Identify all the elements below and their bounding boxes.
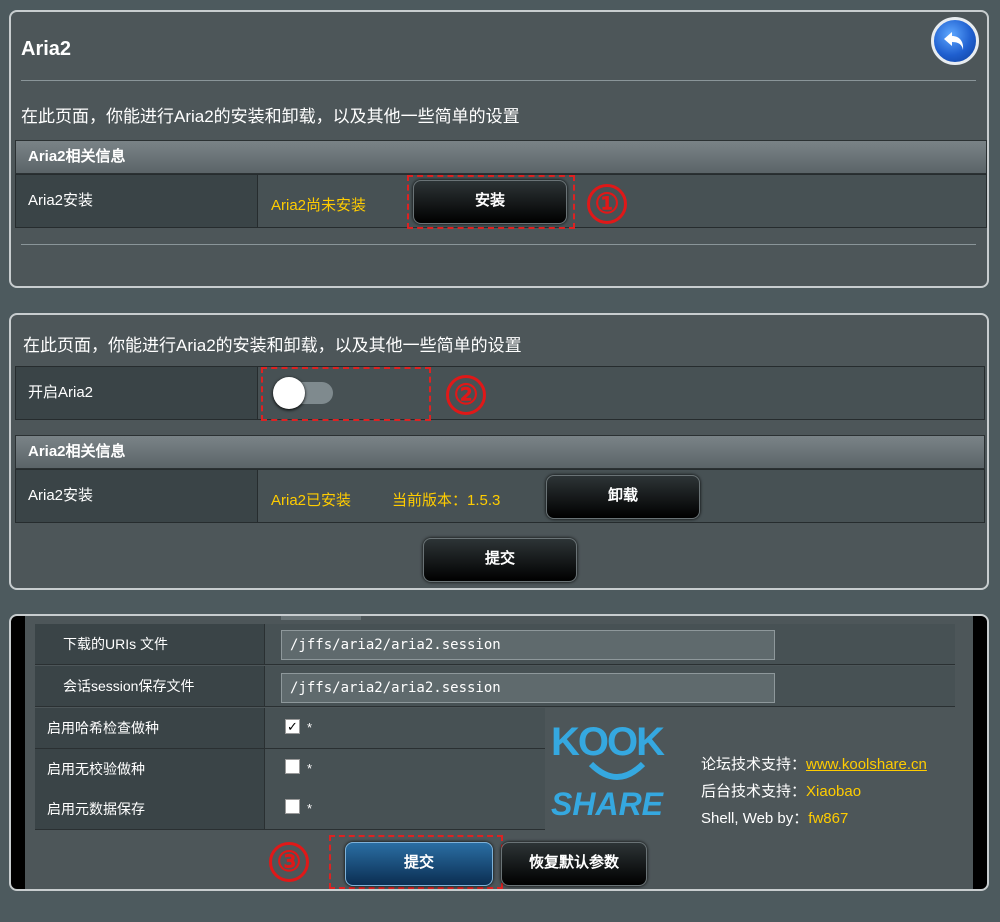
required-mark: * <box>307 720 313 735</box>
required-mark: * <box>307 801 313 816</box>
row-label: 下载的URIs 文件 <box>35 624 265 664</box>
logo-top-text: KOOK <box>551 720 665 764</box>
section-header: Aria2相关信息 <box>15 140 987 174</box>
version-text: 当前版本：1.5.3 <box>392 492 501 509</box>
session-file-input[interactable]: /jffs/aria2/aria2.session <box>281 673 775 703</box>
aria2-advanced-panel: 下载的URIs 文件 /jffs/aria2/aria2.session 会话s… <box>9 614 989 891</box>
aria2-settings-panel: 在此页面，你能进行Aria2的安装和卸载，以及其他一些简单的设置 开启Aria2… <box>9 313 989 590</box>
smile-icon <box>588 761 646 780</box>
page-description: 在此页面，你能进行Aria2的安装和卸载，以及其他一些简单的设置 <box>23 336 522 355</box>
no-verify-checkbox[interactable] <box>285 759 300 774</box>
koolshare-logo: KOOK SHARE <box>547 720 687 830</box>
step-marker-2: ② <box>446 375 486 415</box>
enable-row: 开启Aria2 <box>15 366 985 420</box>
toggle-knob[interactable] <box>273 377 305 409</box>
row-label: 会话session保存文件 <box>35 666 265 706</box>
credit-value: Xiaobao <box>806 783 862 800</box>
aria2-install-panel: Aria2 在此页面，你能进行Aria2的安装和卸载，以及其他一些简单的设置 A… <box>9 10 989 288</box>
page-description: 在此页面，你能进行Aria2的安装和卸载，以及其他一些简单的设置 <box>21 107 520 126</box>
row-label: 启用元数据保存 <box>35 789 265 829</box>
install-status: Aria2尚未安装 <box>271 197 367 214</box>
divider <box>21 244 976 245</box>
uris-file-input[interactable]: /jffs/aria2/aria2.session <box>281 630 775 660</box>
install-label: Aria2安装 <box>16 470 258 522</box>
credit-label: Shell, Web by： <box>701 810 809 827</box>
settings-table: 下载的URIs 文件 /jffs/aria2/aria2.session 会话s… <box>25 616 973 889</box>
uninstall-button[interactable]: 卸载 <box>546 475 700 519</box>
restore-defaults-button[interactable]: 恢复默认参数 <box>501 842 647 886</box>
credit-label: 论坛技术支持： <box>701 756 807 773</box>
enable-label: 开启Aria2 <box>16 367 258 419</box>
submit-button[interactable]: 提交 <box>423 538 577 582</box>
koolshare-link[interactable]: www.koolshare.cn <box>806 756 927 773</box>
page-title: Aria2 <box>21 38 72 60</box>
metadata-save-checkbox[interactable] <box>285 799 300 814</box>
back-arrow-icon <box>944 32 964 50</box>
divider <box>21 80 976 81</box>
install-status: Aria2已安装 <box>271 492 352 509</box>
row-label: 启用无校验做种 <box>35 749 265 789</box>
step-marker-1: ① <box>587 184 627 224</box>
logo-bottom-text: SHARE <box>551 786 664 822</box>
section-header: Aria2相关信息 <box>15 435 985 469</box>
cut-off-field <box>281 616 361 620</box>
hash-check-checkbox[interactable]: ✓ <box>285 719 300 734</box>
credit-backend: 后台技术支持：Xiaobao <box>701 780 861 801</box>
required-mark: * <box>307 761 313 776</box>
row-label: 启用哈希检查做种 <box>35 708 265 748</box>
step-marker-3: ③ <box>269 842 309 882</box>
credit-value: fw867 <box>808 810 849 827</box>
credit-shell: Shell, Web by：fw867 <box>701 807 848 828</box>
credit-label: 后台技术支持： <box>701 783 807 800</box>
install-button[interactable]: 安装 <box>413 180 567 224</box>
back-button[interactable] <box>931 17 979 65</box>
submit-button[interactable]: 提交 <box>345 842 493 886</box>
credit-forum: 论坛技术支持：www.koolshare.cn <box>701 753 927 774</box>
install-label: Aria2安装 <box>16 175 258 227</box>
